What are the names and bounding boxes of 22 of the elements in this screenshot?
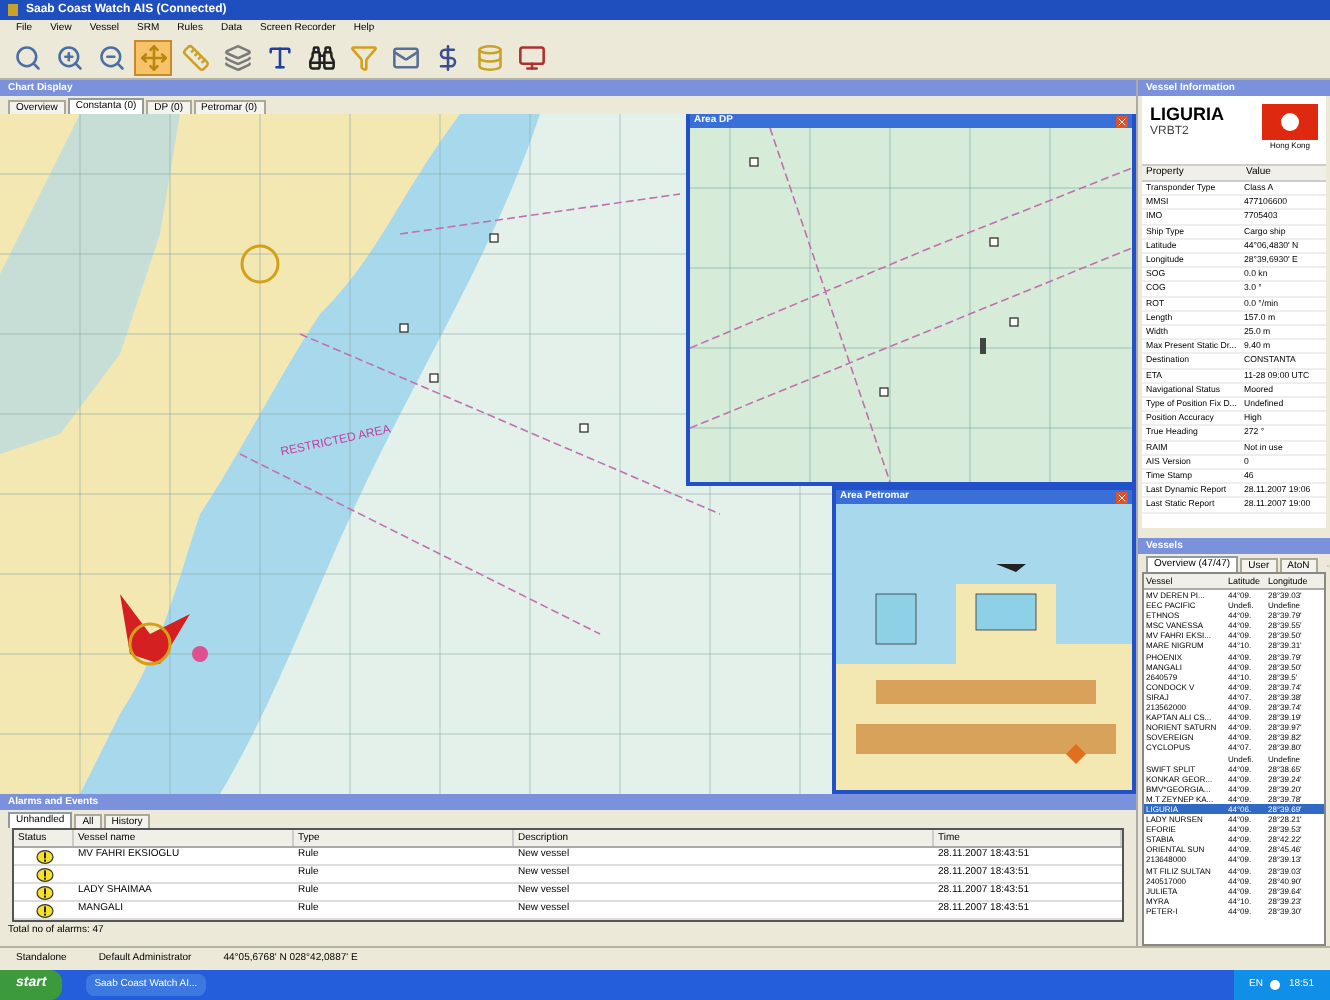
filter-icon [349,44,377,72]
mail-icon [391,44,419,72]
flag-icon [1262,104,1318,140]
close-icon[interactable] [1116,491,1128,503]
app-icon [8,4,18,16]
layers-icon [223,44,251,72]
close-icon[interactable] [1116,115,1128,127]
database-icon [475,44,503,72]
ruler-icon [181,44,209,72]
zoom-out-icon [97,44,125,72]
warning-icon [35,903,53,917]
search-icon [13,44,41,72]
move-icon [139,44,167,72]
tray-icon [1270,980,1281,990]
warning-icon [35,849,53,863]
binoculars-icon [307,44,335,72]
zoom-in-icon [55,44,83,72]
monitor-icon [517,44,545,72]
warning-icon [35,885,53,899]
warning-icon [35,867,53,881]
vessel-name: LIGURIA [1150,104,1224,124]
letter-icon [265,44,293,72]
